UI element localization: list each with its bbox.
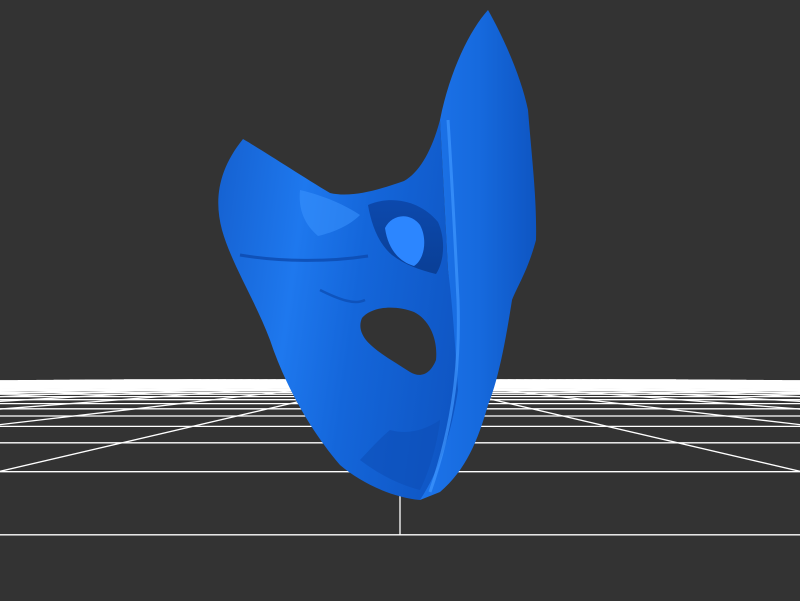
- 3d-viewport[interactable]: [0, 0, 800, 601]
- scene-canvas[interactable]: [0, 0, 800, 601]
